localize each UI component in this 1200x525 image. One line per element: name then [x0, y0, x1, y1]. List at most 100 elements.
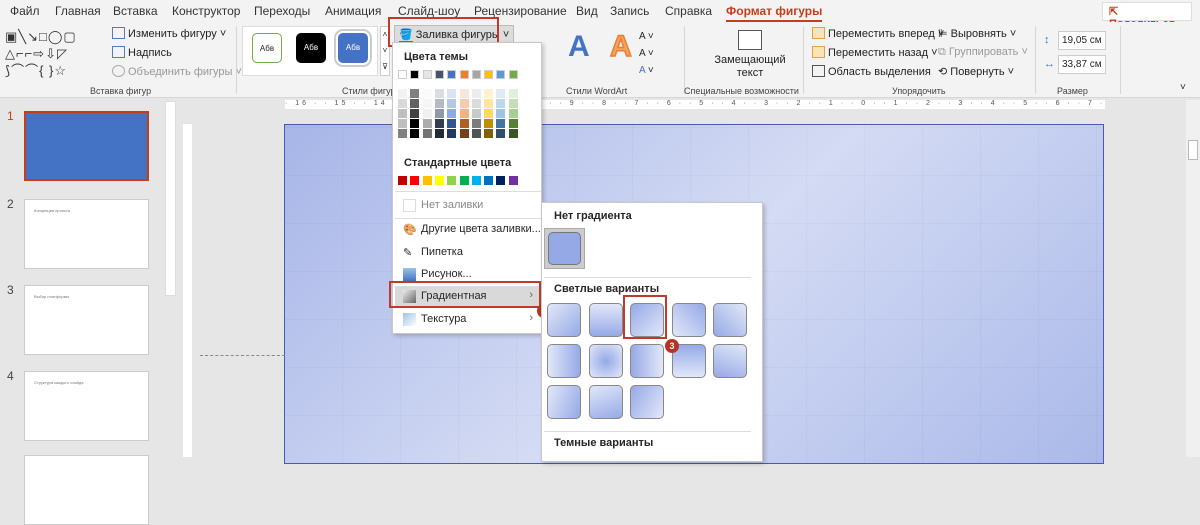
- theme-color-shade[interactable]: [508, 109, 518, 118]
- standard-color-swatch[interactable]: [471, 176, 481, 185]
- theme-color-shade[interactable]: [398, 129, 407, 138]
- rotate-button[interactable]: ⟲ Повернуть ˅: [938, 65, 1014, 78]
- theme-color-swatch[interactable]: [398, 70, 407, 79]
- send-backward-button[interactable]: Переместить назад ˅: [812, 46, 938, 59]
- tab-design[interactable]: Конструктор: [172, 4, 240, 18]
- theme-color-shade[interactable]: [410, 89, 420, 98]
- theme-color-swatch[interactable]: [410, 70, 420, 79]
- theme-color-swatch[interactable]: [422, 70, 432, 79]
- standard-color-swatch[interactable]: [434, 176, 444, 185]
- theme-color-shade[interactable]: [422, 129, 432, 138]
- wordart-blue[interactable]: A: [568, 30, 590, 64]
- tab-record[interactable]: Запись: [610, 4, 649, 18]
- text-fill-controls[interactable]: A ˅ A ˅ A ˅: [639, 28, 654, 79]
- gradient-option[interactable]: [547, 385, 581, 419]
- theme-color-shade[interactable]: [447, 99, 457, 108]
- theme-color-shade[interactable]: [459, 109, 469, 118]
- standard-color-swatch[interactable]: [447, 176, 457, 185]
- theme-color-shade[interactable]: [471, 129, 481, 138]
- theme-color-shade[interactable]: [496, 119, 506, 128]
- theme-color-shade[interactable]: [398, 89, 407, 98]
- theme-color-shade[interactable]: [471, 99, 481, 108]
- style-preset-outline[interactable]: Абв: [252, 33, 282, 63]
- slide-thumbnail-1[interactable]: [24, 111, 149, 181]
- theme-color-shade[interactable]: [484, 119, 494, 128]
- group-button[interactable]: ⧉ Группировать ˅: [938, 46, 1028, 59]
- slide-thumbnail-4[interactable]: Структура каждого слайда: [24, 371, 149, 441]
- theme-color-shade[interactable]: [484, 89, 494, 98]
- theme-color-shade[interactable]: [410, 109, 420, 118]
- eyedropper-item[interactable]: ✎ Пипетка: [395, 242, 541, 264]
- slide-thumbnail-3[interactable]: Выбор платформы: [24, 285, 149, 355]
- slide-thumbnail-2[interactable]: Концепция проекта: [24, 199, 149, 269]
- tab-file[interactable]: Файл: [10, 4, 40, 18]
- theme-color-shade[interactable]: [471, 89, 481, 98]
- theme-color-shade[interactable]: [410, 129, 420, 138]
- theme-color-shade[interactable]: [459, 129, 469, 138]
- gradient-option[interactable]: [547, 303, 581, 337]
- gradient-option[interactable]: [588, 344, 623, 378]
- bring-forward-button[interactable]: Переместить вперед ˅: [812, 27, 944, 40]
- slide-thumbnail-5[interactable]: [24, 455, 149, 525]
- theme-color-shade[interactable]: [434, 129, 444, 138]
- gradient-option[interactable]: [588, 303, 623, 337]
- tab-review[interactable]: Рецензирование: [474, 4, 567, 18]
- theme-color-shade[interactable]: [496, 129, 506, 138]
- theme-color-shade[interactable]: [398, 119, 407, 128]
- theme-color-swatch[interactable]: [508, 70, 518, 79]
- editor-scrollbar[interactable]: [1186, 100, 1200, 457]
- merge-shapes-button[interactable]: Объединить фигуры ˅: [112, 65, 242, 78]
- theme-color-shade[interactable]: [447, 89, 457, 98]
- collapse-ribbon-icon[interactable]: ˅: [1180, 82, 1186, 93]
- gradient-option[interactable]: [588, 385, 623, 419]
- theme-color-shade[interactable]: [508, 99, 518, 108]
- tab-transitions[interactable]: Переходы: [254, 4, 310, 18]
- textbox-button[interactable]: Надпись: [112, 46, 172, 59]
- theme-color-shade[interactable]: [484, 129, 494, 138]
- standard-color-swatch[interactable]: [508, 176, 518, 185]
- gradient-option[interactable]: [630, 344, 664, 378]
- gradient-option[interactable]: [713, 303, 747, 337]
- gradient-option[interactable]: [671, 303, 706, 337]
- theme-color-shade[interactable]: [459, 99, 469, 108]
- edit-shape-button[interactable]: Изменить фигуру ˅: [112, 27, 226, 40]
- theme-color-swatch[interactable]: [471, 70, 481, 79]
- theme-color-shade[interactable]: [422, 89, 432, 98]
- theme-color-shade[interactable]: [398, 109, 407, 118]
- theme-color-shade[interactable]: [508, 119, 518, 128]
- standard-color-swatch[interactable]: [398, 176, 407, 185]
- standard-color-swatch[interactable]: [459, 176, 469, 185]
- theme-color-shade[interactable]: [459, 89, 469, 98]
- theme-color-shade[interactable]: [447, 109, 457, 118]
- theme-color-shade[interactable]: [508, 89, 518, 98]
- theme-color-shade[interactable]: [496, 99, 506, 108]
- tab-help[interactable]: Справка: [665, 4, 712, 18]
- theme-color-swatch[interactable]: [459, 70, 469, 79]
- shape-height-input[interactable]: 19,05 см: [1058, 31, 1106, 50]
- texture-item[interactable]: Текстура ›: [395, 309, 541, 331]
- tab-insert[interactable]: Вставка: [113, 4, 158, 18]
- theme-color-swatch[interactable]: [447, 70, 457, 79]
- gradient-option[interactable]: [630, 385, 664, 419]
- theme-color-shade[interactable]: [410, 119, 420, 128]
- standard-color-swatch[interactable]: [496, 176, 506, 185]
- theme-color-shade[interactable]: [434, 119, 444, 128]
- theme-color-swatch[interactable]: [496, 70, 506, 79]
- share-button[interactable]: ⇱ Поделиться: [1102, 2, 1192, 30]
- theme-color-shade[interactable]: [398, 99, 407, 108]
- theme-color-shade[interactable]: [434, 109, 444, 118]
- theme-color-shade[interactable]: [447, 129, 457, 138]
- theme-color-shade[interactable]: [484, 99, 494, 108]
- theme-color-swatch[interactable]: [484, 70, 494, 79]
- more-fill-colors-item[interactable]: 🎨 Другие цвета заливки...: [395, 219, 541, 241]
- theme-color-shade[interactable]: [410, 99, 420, 108]
- no-gradient-option[interactable]: [544, 228, 585, 269]
- alt-text-button[interactable]: Замещающий текст: [710, 54, 790, 80]
- style-preset-black[interactable]: Абв: [296, 33, 326, 63]
- theme-color-shade[interactable]: [447, 119, 457, 128]
- wordart-orange[interactable]: A: [609, 29, 632, 64]
- theme-color-shade[interactable]: [471, 109, 481, 118]
- tab-view[interactable]: Вид: [576, 4, 598, 18]
- tab-shape-format[interactable]: Формат фигуры: [726, 4, 823, 22]
- gradient-option[interactable]: [547, 344, 581, 378]
